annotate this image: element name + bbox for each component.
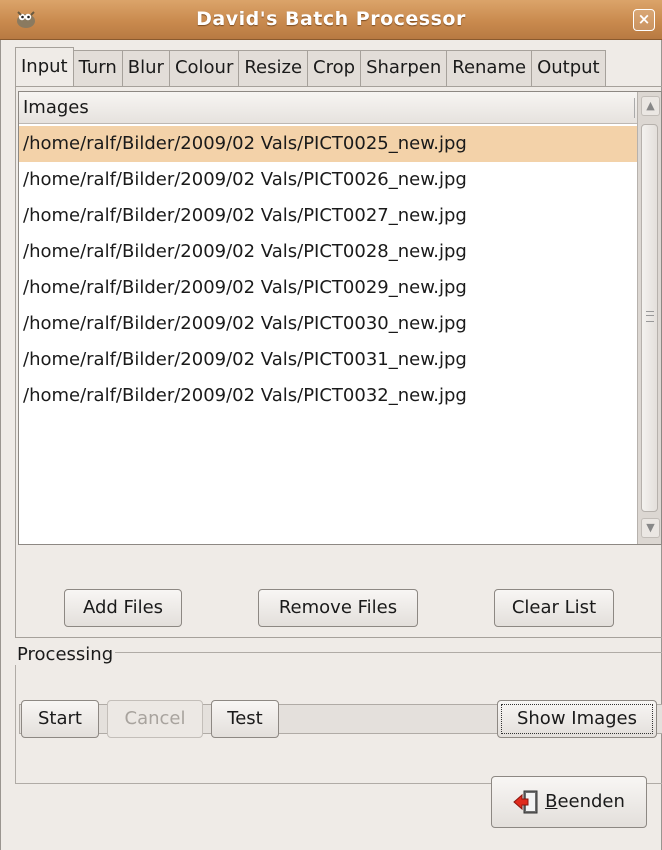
clear-list-button[interactable]: Clear List [494, 589, 614, 627]
image-list[interactable]: Images /home/ralf/Bilder/2009/02 Vals/PI… [18, 91, 662, 545]
quit-label: Beenden [545, 784, 625, 820]
list-item[interactable]: /home/ralf/Bilder/2009/02 Vals/PICT0029_… [19, 270, 637, 306]
list-item[interactable]: /home/ralf/Bilder/2009/02 Vals/PICT0025_… [19, 126, 637, 162]
tab-crop[interactable]: Crop [308, 50, 362, 86]
list-item[interactable]: /home/ralf/Bilder/2009/02 Vals/PICT0028_… [19, 234, 637, 270]
tab-input[interactable]: Input [15, 47, 74, 86]
close-icon[interactable]: × [633, 9, 655, 31]
list-item[interactable]: /home/ralf/Bilder/2009/02 Vals/PICT0031_… [19, 342, 637, 378]
tab-turn[interactable]: Turn [73, 50, 123, 86]
remove-files-button[interactable]: Remove Files [258, 589, 418, 627]
scroll-up-icon[interactable]: ▲ [641, 96, 660, 116]
scrollbar-thumb[interactable] [641, 124, 658, 512]
tab-rename[interactable]: Rename [447, 50, 533, 86]
quit-label-rest: eenden [557, 791, 625, 812]
tab-resize[interactable]: Resize [239, 50, 309, 86]
list-item[interactable]: /home/ralf/Bilder/2009/02 Vals/PICT0027_… [19, 198, 637, 234]
tab-output[interactable]: Output [532, 50, 606, 86]
show-images-button[interactable]: Show Images [497, 700, 657, 738]
processing-label: Processing [15, 644, 116, 665]
image-rows: /home/ralf/Bilder/2009/02 Vals/PICT0025_… [19, 126, 637, 414]
column-separator [634, 98, 635, 118]
window-title: David's Batch Processor [196, 8, 466, 30]
test-button[interactable]: Test [211, 700, 279, 738]
input-tab-panel: Images /home/ralf/Bilder/2009/02 Vals/PI… [15, 86, 662, 638]
list-item[interactable]: /home/ralf/Bilder/2009/02 Vals/PICT0026_… [19, 162, 637, 198]
start-button[interactable]: Start [21, 700, 99, 738]
images-column-label: Images [23, 97, 89, 118]
images-column-header[interactable]: Images [19, 92, 637, 124]
list-item[interactable]: /home/ralf/Bilder/2009/02 Vals/PICT0030_… [19, 306, 637, 342]
scroll-down-icon[interactable]: ▼ [641, 518, 660, 538]
title-bar[interactable]: David's Batch Processor × [0, 0, 662, 40]
add-files-button[interactable]: Add Files [64, 589, 182, 627]
grip-icon [646, 311, 654, 322]
exit-door-icon [513, 790, 538, 814]
tab-strip: Input Turn Blur Colour Resize Crop Sharp… [15, 47, 606, 86]
list-item[interactable]: /home/ralf/Bilder/2009/02 Vals/PICT0032_… [19, 378, 637, 414]
quit-button[interactable]: Beenden [491, 776, 647, 828]
vertical-scrollbar[interactable]: ▲ ▼ [637, 92, 661, 544]
tab-blur[interactable]: Blur [122, 50, 170, 86]
tab-colour[interactable]: Colour [169, 50, 240, 86]
tab-sharpen[interactable]: Sharpen [361, 50, 448, 86]
cancel-button: Cancel [107, 700, 203, 738]
window-body: Input Turn Blur Colour Resize Crop Sharp… [0, 40, 662, 850]
quit-mnemonic: B [545, 791, 558, 812]
